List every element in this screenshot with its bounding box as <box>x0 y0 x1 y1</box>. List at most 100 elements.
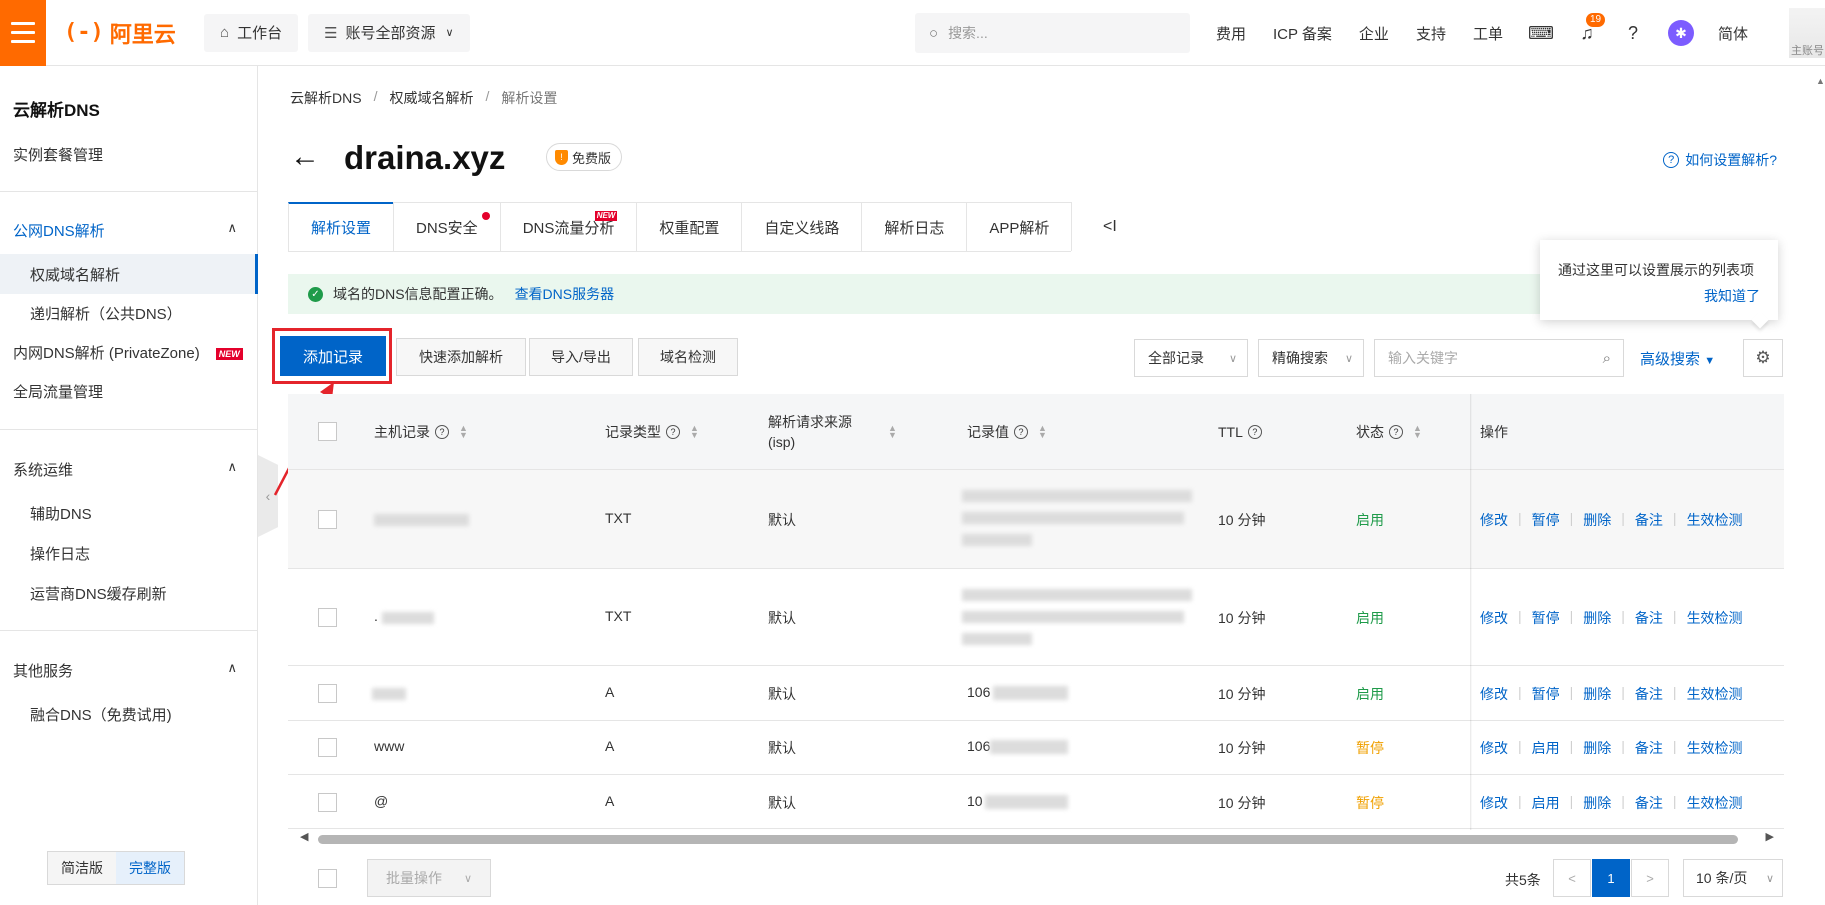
top-link-enterprise[interactable]: 企业 <box>1359 23 1389 44</box>
sidebar-item-aux-dns[interactable]: 辅助DNS <box>30 503 92 524</box>
row-checkbox[interactable] <box>318 684 337 703</box>
hamburger-menu-icon[interactable] <box>0 0 46 66</box>
advanced-search-link[interactable]: 高级搜索 ▼ <box>1640 348 1715 369</box>
back-arrow-icon[interactable]: ← <box>290 138 320 176</box>
tab-resolution-log[interactable]: 解析日志 <box>861 202 968 251</box>
sort-icon[interactable]: ▲ ▼ <box>888 424 897 440</box>
select-all-checkbox[interactable] <box>318 422 337 441</box>
delete-link[interactable]: 删除 <box>1583 684 1611 704</box>
sort-icon[interactable]: ▲ ▼ <box>459 424 468 440</box>
enable-link[interactable]: 启用 <box>1532 793 1560 813</box>
remark-link[interactable]: 备注 <box>1635 684 1663 704</box>
prev-page-button[interactable]: < <box>1553 859 1591 897</box>
import-export-button[interactable]: 导入/导出 <box>529 338 633 376</box>
scroll-right-icon[interactable]: ▶ <box>1766 830 1774 843</box>
delete-link[interactable]: 删除 <box>1583 793 1611 813</box>
keyword-search-input[interactable]: 输入关键字 ⌕ <box>1374 339 1624 377</box>
edit-link[interactable]: 修改 <box>1480 510 1508 530</box>
bell-icon[interactable]: ♫ 19 <box>1576 13 1606 44</box>
page-button-current[interactable]: 1 <box>1592 859 1630 897</box>
search-mode-select[interactable]: 精确搜索 ∨ <box>1258 339 1364 377</box>
tab-weight-config[interactable]: 权重配置 <box>636 202 743 251</box>
verify-link[interactable]: 生效检测 <box>1687 684 1743 704</box>
tabs-collapse-icon[interactable]: <I <box>1103 218 1117 236</box>
column-settings-gear-icon[interactable]: ⚙ <box>1743 339 1783 377</box>
record-filter-select[interactable]: 全部记录 ∨ <box>1134 339 1248 377</box>
chevron-up-icon[interactable]: ∧ <box>227 660 237 676</box>
top-link-icp[interactable]: ICP 备案 <box>1273 23 1332 44</box>
tab-resolution-settings[interactable]: 解析设置 <box>288 202 395 251</box>
column-header-source[interactable]: 解析请求来源(isp) ▲ ▼ <box>768 394 918 470</box>
breadcrumb-item[interactable]: 权威域名解析 <box>389 88 473 108</box>
horizontal-scrollbar[interactable]: ◀ ▶ <box>300 831 1774 844</box>
sidebar-collapse-handle[interactable]: ‹ <box>258 455 278 537</box>
remark-link[interactable]: 备注 <box>1635 510 1663 530</box>
column-header-value[interactable]: 记录值? ▲ ▼ <box>967 394 1047 470</box>
sidebar-item-authoritative[interactable]: 权威域名解析 <box>30 264 120 285</box>
sidebar-item-isp-cache[interactable]: 运营商DNS缓存刷新 <box>30 583 167 604</box>
top-link-ticket[interactable]: 工单 <box>1473 23 1503 44</box>
verify-link[interactable]: 生效检测 <box>1687 608 1743 628</box>
avatar[interactable]: ✱ <box>1667 20 1694 46</box>
page-scrollbar[interactable]: ▲ <box>1815 70 1825 905</box>
mode-full-button[interactable]: 完整版 <box>116 852 184 884</box>
terminal-icon[interactable]: ⌨ <box>1528 22 1554 44</box>
row-checkbox[interactable] <box>318 793 337 812</box>
sidebar-item-global-traffic[interactable]: 全局流量管理 <box>13 381 103 402</box>
verify-link[interactable]: 生效检测 <box>1687 793 1743 813</box>
edit-link[interactable]: 修改 <box>1480 684 1508 704</box>
sidebar-section-public-dns[interactable]: 公网DNS解析 <box>13 220 105 241</box>
sidebar-item-private-zone[interactable]: 内网DNS解析 (PrivateZone) NEW <box>13 342 243 363</box>
row-checkbox[interactable] <box>318 738 337 757</box>
edit-link[interactable]: 修改 <box>1480 738 1508 758</box>
resources-dropdown[interactable]: ☰ 账号全部资源 ∨ <box>308 13 470 52</box>
sidebar-item-op-log[interactable]: 操作日志 <box>30 543 90 564</box>
pause-link[interactable]: 暂停 <box>1532 510 1560 530</box>
remark-link[interactable]: 备注 <box>1635 793 1663 813</box>
edit-link[interactable]: 修改 <box>1480 793 1508 813</box>
sidebar-section-ops[interactable]: 系统运维 <box>13 459 73 480</box>
sidebar-section-other[interactable]: 其他服务 <box>13 660 73 681</box>
sort-icon[interactable]: ▲ ▼ <box>1038 424 1047 440</box>
batch-actions-dropdown[interactable]: 批量操作 ∨ <box>367 859 491 897</box>
column-header-status[interactable]: 状态? ▲ ▼ <box>1356 394 1422 470</box>
global-search-input[interactable]: ○ 搜索... <box>915 13 1190 53</box>
tab-dns-security[interactable]: DNS安全 <box>393 202 501 251</box>
aliyun-logo[interactable]: (-) 阿里云 <box>64 17 194 49</box>
domain-check-button[interactable]: 域名检测 <box>638 338 738 376</box>
sidebar-item-instance[interactable]: 实例套餐管理 <box>13 144 103 165</box>
delete-link[interactable]: 删除 <box>1583 608 1611 628</box>
workbench-button[interactable]: ⌂ 工作台 <box>204 13 299 52</box>
remark-link[interactable]: 备注 <box>1635 738 1663 758</box>
chevron-up-icon[interactable]: ∧ <box>227 220 237 236</box>
row-checkbox[interactable] <box>318 510 337 529</box>
pause-link[interactable]: 暂停 <box>1532 684 1560 704</box>
delete-link[interactable]: 删除 <box>1583 738 1611 758</box>
help-link[interactable]: ? 如何设置解析? <box>1663 150 1777 170</box>
top-link-billing[interactable]: 费用 <box>1216 23 1246 44</box>
sort-icon[interactable]: ▲ ▼ <box>1413 424 1422 440</box>
scroll-up-icon[interactable]: ▲ <box>1816 76 1825 86</box>
delete-link[interactable]: 删除 <box>1583 510 1611 530</box>
edit-link[interactable]: 修改 <box>1480 608 1508 628</box>
sidebar-item-fusion-dns[interactable]: 融合DNS（免费试用) <box>30 704 172 725</box>
remark-link[interactable]: 备注 <box>1635 608 1663 628</box>
row-checkbox[interactable] <box>318 608 337 627</box>
chevron-up-icon[interactable]: ∧ <box>227 459 237 475</box>
column-header-host[interactable]: 主机记录? ▲ ▼ <box>374 394 468 470</box>
tab-app-resolution[interactable]: APP解析 <box>966 202 1073 251</box>
enable-link[interactable]: 启用 <box>1532 738 1560 758</box>
page-size-select[interactable]: 10 条/页 ∨ <box>1683 859 1783 897</box>
mode-simple-button[interactable]: 简洁版 <box>48 852 116 884</box>
scrollbar-thumb[interactable] <box>318 835 1738 844</box>
tab-custom-lines[interactable]: 自定义线路 <box>741 202 863 251</box>
quick-add-button[interactable]: 快速添加解析 <box>396 338 526 376</box>
verify-link[interactable]: 生效检测 <box>1687 738 1743 758</box>
column-header-type[interactable]: 记录类型? ▲ ▼ <box>605 394 699 470</box>
verify-link[interactable]: 生效检测 <box>1687 510 1743 530</box>
tooltip-ack-link[interactable]: 我知道了 <box>1704 286 1760 306</box>
tab-dns-traffic[interactable]: DNS流量分析 NEW <box>499 202 638 251</box>
view-dns-servers-link[interactable]: 查看DNS服务器 <box>515 284 615 304</box>
scroll-left-icon[interactable]: ◀ <box>300 830 308 843</box>
language-switch[interactable]: 简体 <box>1718 23 1748 44</box>
